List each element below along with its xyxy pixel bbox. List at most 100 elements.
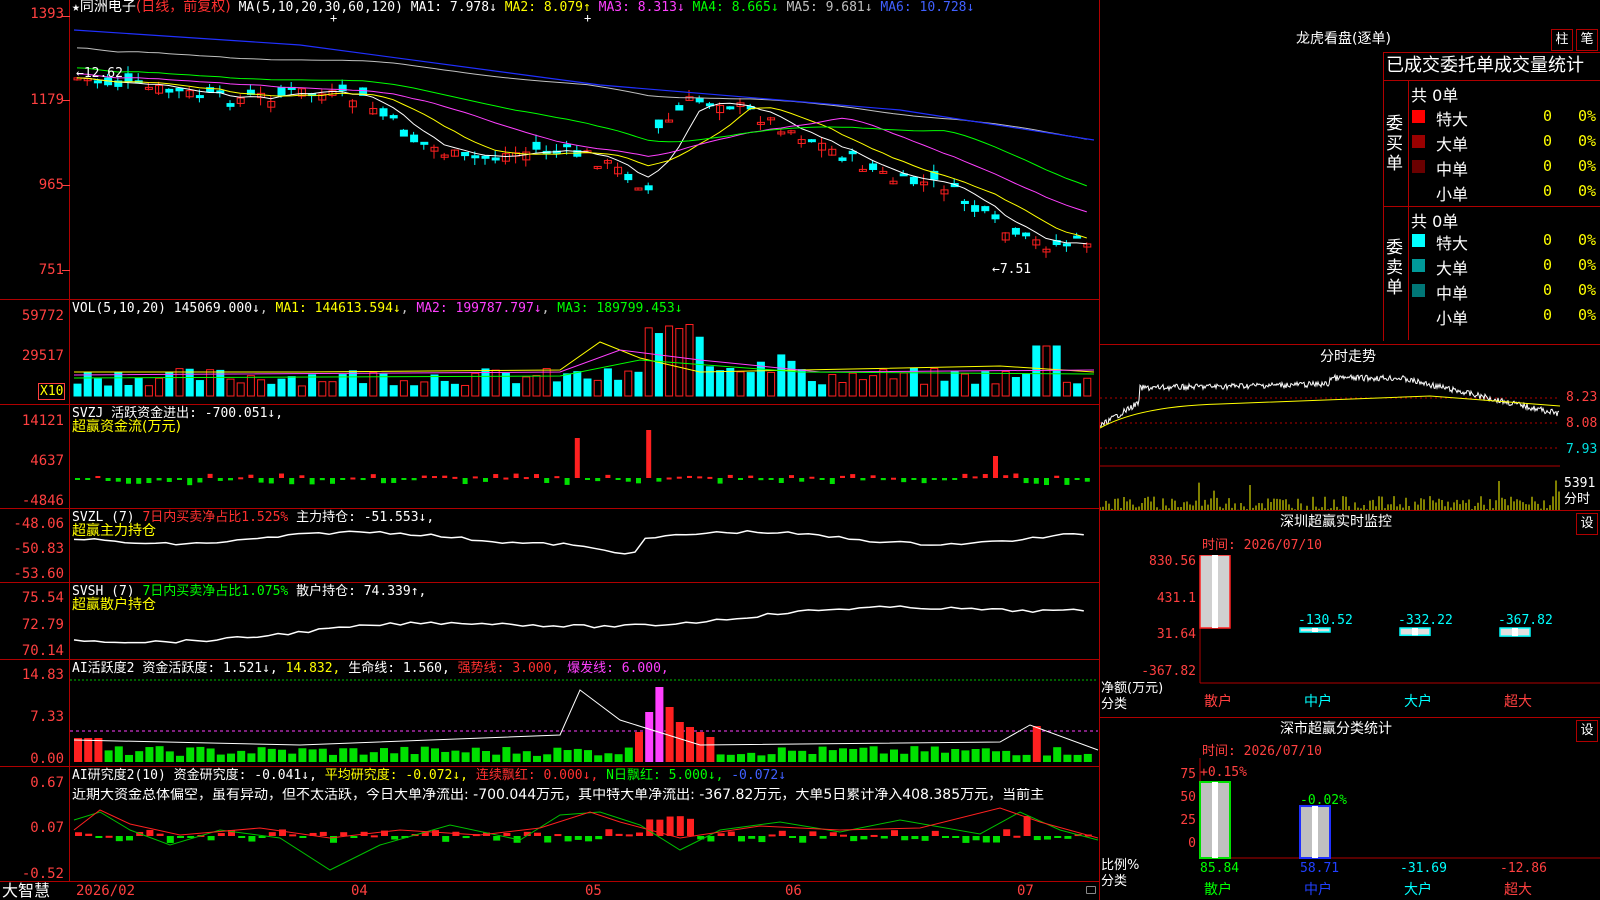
flow-bar bbox=[483, 478, 488, 482]
research-bar bbox=[972, 836, 980, 841]
intraday-chart[interactable] bbox=[1100, 366, 1600, 510]
volume-bar bbox=[563, 373, 572, 397]
volume-bar bbox=[73, 383, 82, 397]
ma-value-5: MA5: 9.681↓ bbox=[778, 0, 873, 15]
activity-bar bbox=[604, 753, 613, 762]
activity-bar bbox=[961, 750, 970, 762]
activity-bar bbox=[461, 752, 470, 762]
research-bar bbox=[605, 829, 613, 836]
flow-bar bbox=[360, 478, 366, 481]
volume-bar bbox=[399, 380, 408, 397]
flow-bar bbox=[472, 476, 478, 479]
flow-bar bbox=[268, 478, 274, 484]
research-bar bbox=[625, 834, 633, 837]
order-count: 0 bbox=[1543, 157, 1553, 175]
activity-bar bbox=[380, 748, 388, 762]
bar-value: -31.69 bbox=[1400, 861, 1447, 876]
flow-bar bbox=[789, 475, 794, 478]
tick-view-button[interactable]: 笔 bbox=[1576, 29, 1598, 51]
candle bbox=[644, 185, 653, 191]
volume-bar bbox=[206, 369, 215, 397]
xaxis-label-2: 04 bbox=[351, 883, 368, 899]
activity-bar bbox=[451, 750, 460, 762]
activity-bar bbox=[298, 748, 307, 762]
volume-bar bbox=[1032, 345, 1041, 397]
research-bar bbox=[676, 816, 684, 836]
period-label[interactable]: (日线，前复权) bbox=[136, 0, 231, 15]
divider-ai2 bbox=[0, 766, 1100, 767]
volume-bar bbox=[583, 378, 592, 397]
volume-bar bbox=[971, 383, 980, 397]
activity-bar bbox=[624, 747, 633, 762]
svsh-axis-2: 72.79 bbox=[21, 617, 64, 633]
ai1-axis-1: 14.83 bbox=[21, 667, 64, 683]
lock-icon[interactable] bbox=[1086, 886, 1096, 894]
flow-bar bbox=[330, 478, 335, 484]
volume-bar bbox=[940, 380, 949, 397]
volume-bar bbox=[155, 377, 164, 397]
svsh-axis-1: 75.54 bbox=[21, 590, 64, 606]
order-count: 0 bbox=[1543, 132, 1553, 150]
flow-bar bbox=[901, 478, 907, 483]
research-bar bbox=[789, 836, 796, 838]
sz-monitor-time: 时间: 2026/07/10 bbox=[1202, 538, 1322, 553]
volume-bar bbox=[93, 378, 102, 397]
candle bbox=[695, 97, 704, 103]
flow-bar bbox=[279, 473, 284, 478]
research-bar bbox=[829, 832, 837, 836]
activity-bar bbox=[716, 754, 725, 762]
kline-chart[interactable]: + + bbox=[0, 0, 1100, 900]
research-bar bbox=[727, 831, 735, 836]
candle bbox=[869, 163, 878, 170]
flow-bar bbox=[462, 478, 468, 485]
flow-bar bbox=[503, 477, 509, 480]
activity-bar bbox=[1032, 726, 1041, 762]
flow-bar bbox=[574, 438, 580, 478]
flow-bar bbox=[238, 477, 244, 480]
flow-bar bbox=[493, 474, 499, 478]
research-bar bbox=[768, 834, 776, 837]
activity-bar bbox=[869, 746, 878, 762]
flow-bar bbox=[595, 478, 601, 482]
activity-line bbox=[73, 689, 1099, 751]
activity-bar bbox=[981, 748, 990, 762]
research-bar bbox=[177, 836, 184, 838]
candle bbox=[532, 141, 541, 150]
candle bbox=[195, 95, 204, 99]
volume-bar bbox=[83, 371, 92, 397]
low-price-label: ←7.51 bbox=[992, 262, 1032, 277]
research-bar bbox=[707, 836, 715, 842]
activity-bar bbox=[900, 753, 909, 762]
axis-label: 25 bbox=[1180, 813, 1196, 828]
research-bar bbox=[840, 834, 847, 837]
research-bar bbox=[615, 833, 623, 836]
flow-bar bbox=[921, 478, 927, 484]
bar-value: -12.86 bbox=[1500, 861, 1547, 876]
sz-class-ylabel: 比例% bbox=[1101, 858, 1140, 873]
divider bbox=[1100, 510, 1600, 511]
activity-bar bbox=[890, 749, 898, 762]
research-bar bbox=[554, 834, 562, 837]
xaxis-label-3: 05 bbox=[585, 883, 602, 899]
research-bar bbox=[778, 830, 786, 836]
activity-bar bbox=[329, 754, 337, 762]
ma-values: MA1: 7.978↓ MA2: 8.079↑ MA3: 8.313↓ MA4:… bbox=[411, 0, 975, 15]
sz-class-settings-button[interactable]: 设 bbox=[1576, 720, 1598, 742]
research-bar bbox=[880, 836, 888, 839]
star-icon[interactable]: ★ bbox=[72, 0, 80, 15]
flow-bar bbox=[911, 478, 917, 480]
bar-category: 超大 bbox=[1504, 882, 1532, 898]
axis-label: -367.82 bbox=[1141, 664, 1196, 679]
candle bbox=[420, 141, 429, 145]
flow-bar bbox=[299, 475, 305, 478]
sz-monitor-settings-button[interactable]: 设 bbox=[1576, 513, 1598, 535]
flow-bar bbox=[75, 478, 80, 480]
volume-bar bbox=[614, 379, 623, 397]
candle bbox=[675, 105, 684, 111]
ai2-axis-2: 0.07 bbox=[30, 820, 64, 836]
flow-bar bbox=[1044, 478, 1049, 486]
activity-bar bbox=[196, 746, 205, 762]
bar-view-button[interactable]: 柱 bbox=[1551, 29, 1573, 51]
volume-bar bbox=[308, 374, 317, 397]
activity-bar bbox=[359, 754, 368, 762]
